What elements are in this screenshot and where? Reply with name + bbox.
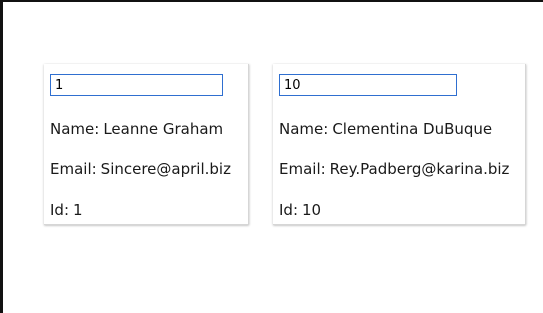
- user-name-field: Name: Leanne Graham: [50, 120, 223, 138]
- email-label: Email:: [50, 160, 97, 178]
- user-card: Name:Clementina DuBuque Email:Rey.Padber…: [273, 64, 526, 225]
- user-id: 10: [302, 201, 322, 219]
- user-email-field: Email: Sincere@april.biz: [50, 160, 231, 178]
- user-id-input[interactable]: [279, 74, 457, 96]
- window-frame-left: [0, 0, 3, 313]
- user-name-field: Name: Clementina DuBuque: [279, 120, 492, 138]
- name-label: Name:: [50, 120, 100, 138]
- user-name: Clementina DuBuque: [332, 120, 493, 138]
- user-id-input[interactable]: [50, 74, 223, 96]
- user-id: 1: [73, 201, 83, 219]
- user-id-field: Id: 10: [279, 201, 321, 219]
- user-email-field: Email: Rey.Padberg@karina.biz: [279, 160, 509, 178]
- id-label: Id:: [279, 201, 298, 219]
- window-frame-top: [0, 0, 543, 2]
- user-email: Sincere@april.biz: [100, 160, 231, 178]
- user-card: Name:Leanne Graham Email:Sincere@april.b…: [44, 64, 249, 225]
- id-label: Id:: [50, 201, 69, 219]
- user-email: Rey.Padberg@karina.biz: [329, 160, 510, 178]
- user-name: Leanne Graham: [103, 120, 224, 138]
- email-label: Email:: [279, 160, 326, 178]
- name-label: Name:: [279, 120, 329, 138]
- user-id-field: Id: 1: [50, 201, 83, 219]
